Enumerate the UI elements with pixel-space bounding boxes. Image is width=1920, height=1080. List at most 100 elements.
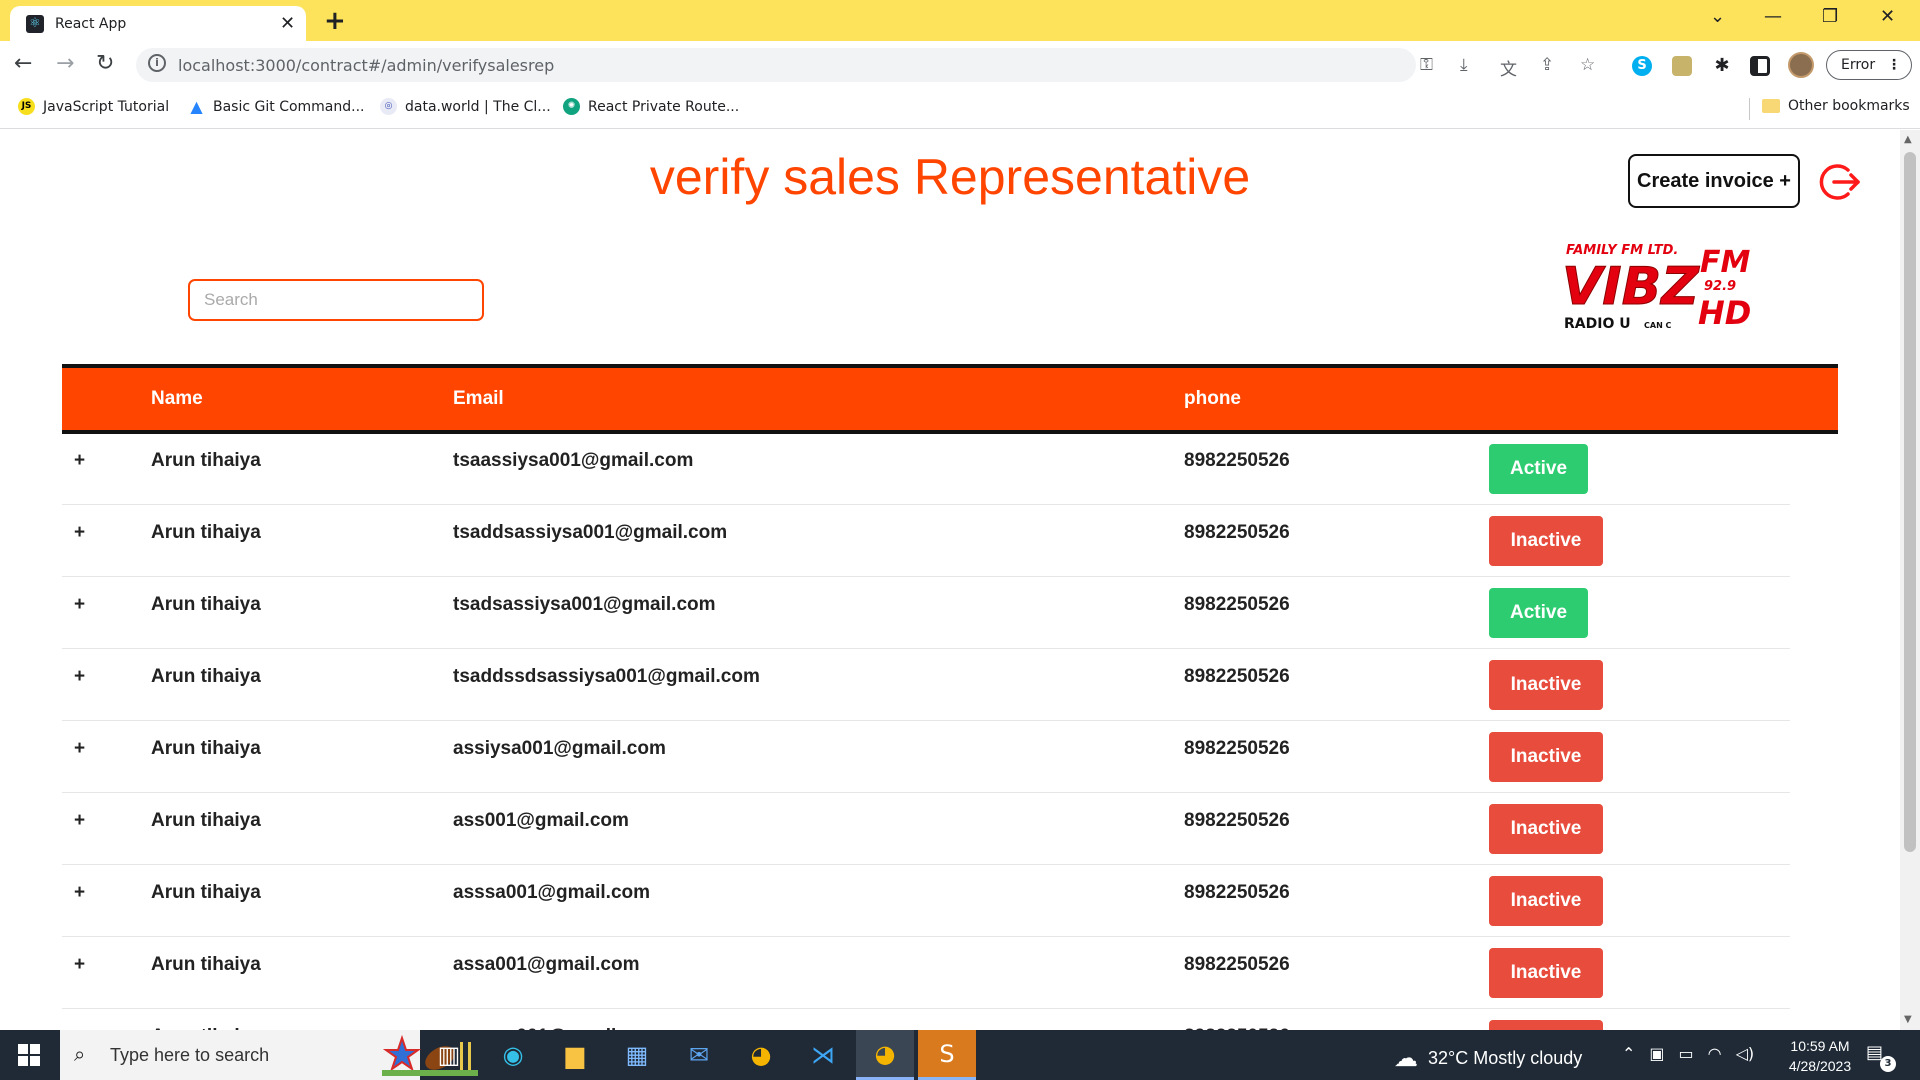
profile-avatar[interactable] <box>1788 52 1814 78</box>
key-icon[interactable]: ⚿ <box>1420 55 1433 75</box>
logo-bottom-text: RADIO U <box>1564 316 1631 332</box>
folder-icon <box>1762 99 1780 113</box>
extensions-icon[interactable]: ✱ <box>1712 56 1732 76</box>
table-row: + Arun tihaiya tsaassiysa001@gmail.com 8982… <box>62 434 1790 505</box>
rep-email: asssa001@gmail.com <box>453 882 651 903</box>
more-menu-icon[interactable]: ⋮ <box>1887 51 1901 79</box>
taskbar-search-box[interactable]: ⌕ Type here to search <box>60 1030 478 1080</box>
forward-icon[interactable]: → <box>56 51 74 76</box>
rep-email: tsaddssdsassiysa001@gmail.com <box>453 666 760 687</box>
status-toggle-button[interactable]: Active <box>1489 588 1588 638</box>
status-toggle-button[interactable]: Inactive <box>1489 876 1603 926</box>
scrollbar-thumb[interactable] <box>1904 152 1916 852</box>
close-tab-icon[interactable]: ✕ <box>280 13 295 34</box>
expand-row-button[interactable]: + <box>74 522 85 544</box>
browser-tab[interactable]: ⚛ React App ✕ <box>10 6 306 41</box>
back-icon[interactable]: ← <box>14 51 32 76</box>
rep-email: tsaassiysa001@gmail.com <box>453 450 694 471</box>
bookmark-javascript-tutorial[interactable]: JS JavaScript Tutorial <box>18 98 169 115</box>
status-toggle-button[interactable]: Inactive <box>1489 948 1603 998</box>
create-invoice-button[interactable]: Create invoice + <box>1628 154 1800 208</box>
chevron-up-icon[interactable]: ⌃ <box>1622 1044 1635 1063</box>
status-toggle-button[interactable]: Inactive <box>1489 660 1603 710</box>
rep-email: assiysa001@gmail.com <box>453 738 666 759</box>
page-scrollbar[interactable]: ▲ ▼ <box>1900 130 1920 1030</box>
bookmark-react-private-route[interactable]: ✺ React Private Route... <box>563 98 739 115</box>
new-tab-button[interactable]: + <box>324 6 346 36</box>
weather-text: 32°C Mostly cloudy <box>1428 1048 1583 1068</box>
weather-widget[interactable]: ☁ 32°C Mostly cloudy <box>1394 1044 1582 1073</box>
notification-badge: 3 <box>1880 1056 1896 1072</box>
other-bookmarks[interactable]: Other bookmarks <box>1762 98 1910 114</box>
scroll-down-icon[interactable]: ▼ <box>1904 1014 1912 1025</box>
js-icon: JS <box>18 98 35 115</box>
table-row: + Arun tihaiya tsaddsassiysa001@gmail.com 8… <box>62 506 1790 577</box>
edge-icon[interactable]: ◉ <box>484 1030 542 1080</box>
table-row: + Arun tihaiya assiysa001@gmail.com 8982250… <box>62 722 1790 793</box>
windows-start-icon[interactable] <box>18 1044 40 1066</box>
volume-icon[interactable]: ◁) <box>1736 1044 1755 1063</box>
rep-name: Arun tihaiya <box>151 522 261 543</box>
translate-icon[interactable]: 文 <box>1500 55 1517 80</box>
bookmark-star-icon[interactable]: ☆ <box>1580 55 1595 75</box>
logout-icon[interactable] <box>1818 160 1862 204</box>
logo-fm-text: FM <box>1700 245 1750 280</box>
expand-row-button[interactable]: + <box>74 594 85 616</box>
bookmark-label: data.world | The Cl... <box>405 98 551 115</box>
task-view-icon[interactable]: ▥ <box>420 1030 478 1080</box>
store-icon[interactable]: ▦ <box>608 1030 666 1080</box>
skype-extension-icon[interactable]: S <box>1632 56 1652 76</box>
expand-row-button[interactable]: + <box>74 882 85 904</box>
expand-row-button[interactable]: + <box>74 450 85 472</box>
status-toggle-button[interactable]: Inactive <box>1489 516 1603 566</box>
column-header-phone: phone <box>1184 388 1241 409</box>
table-row: +Arun tihaiyaaasssa001@gmail.com89822505… <box>62 1010 1790 1030</box>
address-bar[interactable]: i localhost:3000/contract#/admin/verifys… <box>136 48 1595 82</box>
close-window-icon[interactable]: ✕ <box>1880 6 1895 27</box>
skype-icon[interactable]: S <box>918 1030 976 1080</box>
bookmark-data-world[interactable]: ◎ data.world | The Cl... <box>380 98 551 115</box>
column-header-email: Email <box>453 388 504 409</box>
vscode-icon[interactable]: ⋊ <box>794 1030 852 1080</box>
taskbar-clock[interactable]: 10:59 AM 4/28/2023 <box>1768 1036 1872 1076</box>
notes-extension-icon[interactable] <box>1672 56 1692 76</box>
chrome-icon[interactable]: ◕ <box>732 1030 790 1080</box>
status-toggle-button[interactable]: Inactive <box>1489 732 1603 782</box>
mail-icon[interactable]: ✉ <box>670 1030 728 1080</box>
rep-phone: 8982250526 <box>1184 810 1290 831</box>
meet-icon[interactable]: ▣ <box>1649 1044 1664 1063</box>
url-text[interactable]: localhost:3000/contract#/admin/verifysal… <box>178 56 554 75</box>
search-input[interactable] <box>188 279 484 321</box>
status-toggle-button[interactable]: Active <box>1489 444 1588 494</box>
expand-row-button[interactable]: + <box>74 738 85 760</box>
rep-phone: 8982250526 <box>1184 450 1290 471</box>
chrome-profile-icon[interactable]: ◕ <box>856 1030 914 1080</box>
site-info-icon[interactable]: i <box>148 54 166 72</box>
rep-name: Arun tihaiya <box>151 450 261 471</box>
status-toggle-button[interactable]: Inactive <box>1489 1020 1603 1030</box>
share-icon[interactable]: ⇪ <box>1540 55 1554 75</box>
cloud-icon: ☁ <box>1394 1045 1418 1072</box>
clock-date: 4/28/2023 <box>1788 1058 1852 1074</box>
expand-row-button[interactable]: + <box>74 810 85 832</box>
file-explorer-icon[interactable]: ▆ <box>546 1030 604 1080</box>
status-toggle-button[interactable]: Inactive <box>1489 804 1603 854</box>
battery-icon[interactable]: ▭ <box>1679 1044 1694 1063</box>
reload-icon[interactable]: ↻ <box>96 51 114 76</box>
tab-search-icon[interactable]: ⌄ <box>1710 6 1725 27</box>
install-icon[interactable]: ⤓ <box>1460 55 1468 75</box>
logo-main-text: VIBZ <box>1562 257 1700 317</box>
clock-time: 10:59 AM <box>1790 1038 1850 1054</box>
profile-error-button[interactable]: Error ⋮ <box>1826 50 1912 80</box>
wifi-icon[interactable]: ◠ <box>1708 1044 1722 1063</box>
scroll-up-icon[interactable]: ▲ <box>1904 134 1912 145</box>
minimize-icon[interactable]: — <box>1764 6 1782 27</box>
bookmark-basic-git[interactable]: ▲ Basic Git Command... <box>188 98 364 115</box>
restore-icon[interactable]: ❐ <box>1822 6 1838 27</box>
expand-row-button[interactable]: + <box>74 666 85 688</box>
search-icon: ⌕ <box>74 1042 86 1066</box>
side-panel-icon[interactable] <box>1750 56 1770 76</box>
browser-tabstrip: ⚛ React App ✕ + ⌄ — ❐ ✕ <box>0 0 1920 41</box>
openai-icon: ✺ <box>563 98 580 115</box>
expand-row-button[interactable]: + <box>74 954 85 976</box>
